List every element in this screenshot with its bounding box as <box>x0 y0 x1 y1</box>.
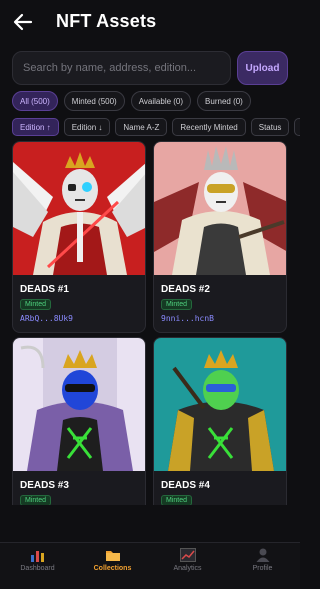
sort-name-az[interactable]: Name A-Z <box>115 118 168 136</box>
nav-label: Profile <box>252 565 273 572</box>
status-badge: Minted <box>20 495 52 505</box>
tab-minted[interactable]: Minted (500) <box>63 91 125 111</box>
page-title: NFT Assets <box>56 11 157 31</box>
nav-profile[interactable]: Profile <box>225 543 300 589</box>
nft-card[interactable]: DEADS #1 Minted ARbQ...8Uk9 <box>12 141 146 333</box>
upload-button[interactable]: Upload <box>237 51 288 85</box>
nft-image <box>154 338 286 471</box>
sort-edition-asc[interactable]: Edition ↑ <box>12 118 59 136</box>
status-filter-tabs: All (500) Minted (500) Available (0) Bur… <box>12 91 251 111</box>
nav-analytics[interactable]: Analytics <box>150 543 225 589</box>
folder-icon <box>105 551 120 561</box>
tab-available[interactable]: Available (0) <box>130 91 192 111</box>
nft-card[interactable]: DEADS #2 Minted 9nni...hcnB <box>153 141 287 333</box>
sort-trending[interactable]: Tr <box>294 118 300 136</box>
nav-label: Analytics <box>173 565 202 572</box>
bottom-nav: Dashboard Collections Analytics Profile <box>0 542 300 589</box>
nft-image <box>154 142 286 275</box>
status-badge: Minted <box>161 299 193 310</box>
nav-label: Collections <box>93 565 132 572</box>
sort-edition-desc[interactable]: Edition ↓ <box>63 118 111 136</box>
nft-address: ARbQ...8Uk9 <box>20 314 73 323</box>
tab-burned[interactable]: Burned (0) <box>197 91 251 111</box>
nft-image <box>13 338 145 471</box>
sort-recently-minted[interactable]: Recently Minted <box>172 118 246 136</box>
line-chart-icon <box>179 548 196 562</box>
nft-name: DEADS #4 <box>161 480 210 491</box>
nft-address: 9nni...hcnB <box>161 314 214 323</box>
nft-name: DEADS #1 <box>20 284 69 295</box>
sort-options: Edition ↑ Edition ↓ Name A-Z Recently Mi… <box>12 118 300 136</box>
nft-name: DEADS #2 <box>161 284 210 295</box>
nav-label: Dashboard <box>20 565 55 572</box>
bar-chart-icon <box>30 551 44 562</box>
sort-status[interactable]: Status <box>250 118 290 136</box>
back-button[interactable] <box>12 12 34 32</box>
nav-collections[interactable]: Collections <box>75 543 150 589</box>
nft-card[interactable]: DEADS #4 Minted <box>153 337 287 505</box>
tab-all[interactable]: All (500) <box>12 91 58 111</box>
nft-image <box>13 142 145 275</box>
arrow-left-icon <box>13 13 33 31</box>
user-icon <box>256 548 269 562</box>
nav-dashboard[interactable]: Dashboard <box>0 543 75 589</box>
status-badge: Minted <box>161 495 193 505</box>
search-input[interactable] <box>12 51 231 85</box>
status-badge: Minted <box>20 299 52 310</box>
header: NFT Assets <box>0 0 300 44</box>
nft-card[interactable]: DEADS #3 Minted <box>12 337 146 505</box>
nft-name: DEADS #3 <box>20 480 69 491</box>
nft-grid: DEADS #1 Minted ARbQ...8Uk9 DEADS #2 Min… <box>12 141 288 505</box>
